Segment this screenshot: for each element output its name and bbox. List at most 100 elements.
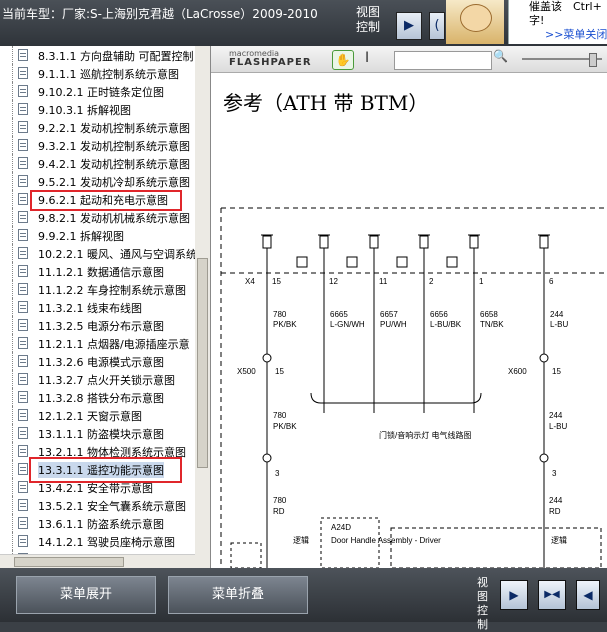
tooltip-close-link[interactable]: >>菜单关闭 bbox=[545, 26, 607, 42]
wire-color-label: TN/BK bbox=[480, 320, 504, 329]
tree-horizontal-scrollbar[interactable] bbox=[0, 554, 195, 569]
tree-vertical-scrollbar[interactable] bbox=[195, 46, 210, 568]
split-view-button[interactable]: ▶◀ bbox=[538, 580, 566, 610]
document-icon bbox=[18, 535, 28, 547]
fuse-symbol bbox=[538, 234, 550, 249]
tree-item[interactable]: 9.4.2.1 发动机控制系统示意图 bbox=[0, 154, 195, 172]
module-name: Door Handle Assembly - Driver bbox=[331, 536, 441, 545]
tree-hscroll-thumb[interactable] bbox=[14, 557, 124, 567]
document-icon bbox=[18, 355, 28, 367]
tree-item[interactable]: 11.3.2.8 搭铁分布示意图 bbox=[0, 388, 195, 406]
tree-connector-line bbox=[12, 64, 14, 82]
document-icon bbox=[18, 193, 28, 205]
bottom-wire-left-color: RD bbox=[273, 507, 285, 516]
document-icon bbox=[18, 445, 28, 457]
tree-item-label: 11.3.2.7 点火开关锁示意图 bbox=[38, 374, 175, 387]
document-icon bbox=[18, 247, 28, 259]
tree-item-label: 9.3.2.1 发动机控制系统示意图 bbox=[38, 140, 190, 153]
tree-item-label: 11.1.2.2 车身控制系统示意图 bbox=[38, 284, 186, 297]
tree-item[interactable]: 9.5.2.1 发动机冷却系统示意图 bbox=[0, 172, 195, 190]
tree-item[interactable]: 9.9.2.1 拆解视图 bbox=[0, 226, 195, 244]
tree-item[interactable]: 10.2.2.1 暖风、通风与空调系统 bbox=[0, 244, 197, 262]
tree-connector-line bbox=[12, 208, 14, 226]
search-icon[interactable]: 🔍 bbox=[493, 49, 508, 63]
tree-connector-line bbox=[12, 154, 14, 172]
tree-item[interactable]: 13.1.1.1 防盗模块示意图 bbox=[0, 424, 195, 442]
tooltip-popup: 催盖该 Ctrl+ 字! >>菜单关闭 bbox=[508, 0, 607, 44]
bottom-view-control-label: 视图控制 bbox=[477, 576, 488, 631]
tree-item[interactable]: 9.2.2.1 发动机控制系统示意图 bbox=[0, 118, 195, 136]
hand-tool-icon[interactable]: ✋ bbox=[332, 50, 354, 70]
tree-item-label: 9.5.2.1 发动机冷却系统示意图 bbox=[38, 176, 190, 189]
tree-item[interactable]: 12.1.2.1 天窗示意图 bbox=[0, 406, 195, 424]
tree-item[interactable]: 9.3.2.1 发动机控制系统示意图 bbox=[0, 136, 195, 154]
tree-item[interactable]: 9.10.2.1 正时链条定位图 bbox=[0, 82, 195, 100]
wire-code-label: 244 bbox=[550, 310, 564, 319]
document-icon bbox=[18, 67, 28, 79]
viewer-toolbar: macromedia FLASHPAPER ✋ I 🔍 bbox=[211, 46, 607, 73]
wire-color-label: PK/BK bbox=[273, 320, 297, 329]
tree-scroll-thumb[interactable] bbox=[197, 258, 208, 468]
tree-item-label: 10.2.2.1 暖风、通风与空调系统 bbox=[38, 248, 197, 261]
menu-collapse-button[interactable]: 菜单折叠 bbox=[168, 576, 308, 614]
connector-x600-label: X600 bbox=[508, 367, 527, 376]
back-button[interactable]: ◀ bbox=[576, 580, 600, 610]
tree-item-label: 9.4.2.1 发动机控制系统示意图 bbox=[38, 158, 190, 171]
tree-item[interactable]: 14.1.2.1 驾驶员座椅示意图 bbox=[0, 532, 195, 550]
document-icon bbox=[18, 121, 28, 133]
tree-item[interactable]: 11.1.2.1 数据通信示意图 bbox=[0, 262, 195, 280]
top-pin-label: 1 bbox=[479, 277, 484, 286]
tree-item[interactable]: 11.3.2.1 线束布线图 bbox=[0, 298, 195, 316]
search-input[interactable] bbox=[394, 51, 492, 70]
tree-item[interactable]: 9.1.1.1 巡航控制系统示意图 bbox=[0, 64, 195, 82]
play-button[interactable]: ▶ bbox=[500, 580, 528, 610]
zoom-slider-knob[interactable] bbox=[589, 53, 597, 67]
tree-item[interactable]: 11.3.2.7 点火开关锁示意图 bbox=[0, 370, 195, 388]
text-select-icon[interactable]: I bbox=[365, 50, 369, 66]
document-icon bbox=[18, 157, 28, 169]
document-page: 参考（ATH 带 BTM） X4 15 12 11 2 1 6 780 PK/B… bbox=[211, 73, 607, 568]
menu-expand-button[interactable]: 菜单展开 bbox=[16, 576, 156, 614]
forward-button[interactable]: ▶ bbox=[396, 12, 422, 40]
tree-item[interactable]: 13.6.1.1 防盗系统示意图 bbox=[0, 514, 195, 532]
tree-item-label: 11.3.2.6 电源模式示意图 bbox=[38, 356, 164, 369]
tree-connector-line bbox=[12, 262, 14, 280]
bottom-wire-left-code: 780 bbox=[273, 496, 287, 505]
wire-code-label: 6657 bbox=[380, 310, 398, 319]
partial-button[interactable]: ( bbox=[429, 12, 445, 40]
document-icon bbox=[18, 175, 28, 187]
tree-item-label: 9.10.3.1 拆解视图 bbox=[38, 104, 131, 117]
tree-item[interactable]: 11.3.2.5 电源分布示意图 bbox=[0, 316, 195, 334]
tree-connector-line bbox=[12, 100, 14, 118]
tree-item-label: 11.2.1.1 点烟器/电源插座示意 bbox=[38, 338, 190, 351]
vehicle-title: 当前车型：厂家:S-上海别克君越（LaCrosse）2009-2010 bbox=[2, 7, 318, 21]
tree-connector-line bbox=[12, 424, 14, 442]
tree-item[interactable]: 11.2.1.1 点烟器/电源插座示意 bbox=[0, 334, 195, 352]
document-icon bbox=[18, 481, 28, 493]
tree-item[interactable]: 8.3.1.1 方向盘辅助 可配置控制 bbox=[0, 46, 195, 64]
mascot-face-icon bbox=[460, 4, 492, 32]
tree-item[interactable]: 11.3.2.6 电源模式示意图 bbox=[0, 352, 195, 370]
tree-item-label: 9.2.2.1 发动机控制系统示意图 bbox=[38, 122, 190, 135]
top-pin-label: 2 bbox=[429, 277, 434, 286]
tree-item-label: 11.3.2.8 搭铁分布示意图 bbox=[38, 392, 164, 405]
flashpaper-logo: macromedia FLASHPAPER bbox=[229, 49, 312, 68]
tree-item[interactable]: 9.10.3.1 拆解视图 bbox=[0, 100, 195, 118]
tree-item-label: 11.1.2.1 数据通信示意图 bbox=[38, 266, 164, 279]
tree-item-label: 11.3.2.1 线束布线图 bbox=[38, 302, 142, 315]
document-icon bbox=[18, 85, 28, 97]
wire-color-label: L-BU bbox=[550, 320, 568, 329]
tree-item[interactable]: 11.1.2.2 车身控制系统示意图 bbox=[0, 280, 195, 298]
tree-item[interactable]: 13.5.2.1 安全气囊系统示意图 bbox=[0, 496, 195, 514]
pin-3-right: 3 bbox=[552, 469, 557, 478]
document-icon bbox=[18, 139, 28, 151]
document-icon bbox=[18, 49, 28, 61]
document-icon bbox=[18, 427, 28, 439]
highlight-box-remote-function bbox=[29, 457, 182, 483]
tree-item-label: 14.1.2.1 驾驶员座椅示意图 bbox=[38, 536, 175, 549]
tree-connector-line bbox=[12, 388, 14, 406]
document-icon bbox=[18, 517, 28, 529]
document-icon bbox=[18, 211, 28, 223]
lower-wire-right-color: L-BU bbox=[549, 422, 567, 431]
fuse-symbol bbox=[446, 234, 480, 268]
